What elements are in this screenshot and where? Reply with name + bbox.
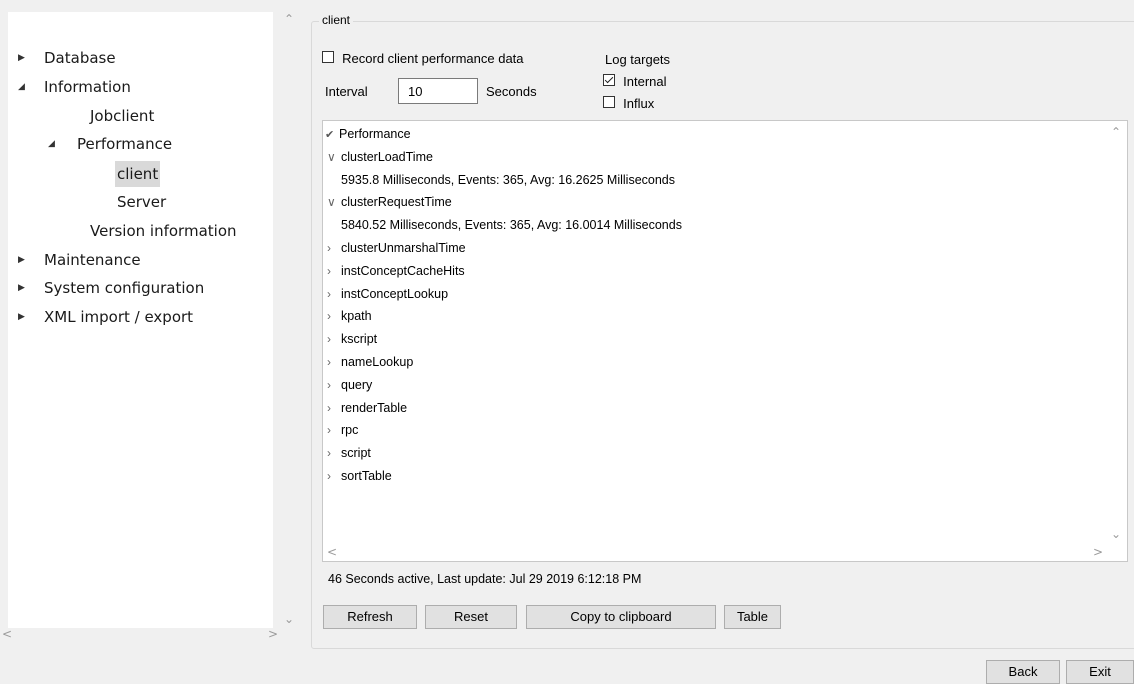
tree-node-7[interactable]: › nameLookup bbox=[327, 351, 413, 373]
tree-node-9[interactable]: › renderTable bbox=[327, 397, 407, 419]
tree-node-label: kpath bbox=[341, 309, 372, 324]
record-checkbox-box[interactable] bbox=[322, 51, 334, 63]
tree-root-node[interactable]: ✔ Performance bbox=[325, 123, 411, 145]
tree-node-label: clusterRequestTime bbox=[341, 195, 452, 210]
tree-node-label: clusterLoadTime bbox=[341, 149, 433, 164]
chevron-right-icon[interactable]: › bbox=[327, 237, 341, 259]
log-targets-label: Log targets bbox=[605, 52, 671, 67]
record-performance-checkbox[interactable]: Record client performance data bbox=[322, 51, 524, 67]
chevron-right-icon[interactable]: › bbox=[327, 305, 341, 327]
tree-scroll-up-icon[interactable]: ⌃ bbox=[1111, 125, 1121, 139]
nav-item-label: XML import / export bbox=[44, 308, 194, 327]
internal-label: Internal bbox=[623, 74, 667, 89]
tree-node-label: sortTable bbox=[341, 469, 392, 483]
influx-checkbox-box[interactable] bbox=[603, 96, 615, 108]
tree-node-label: script bbox=[341, 446, 371, 461]
chevron-right-icon[interactable]: › bbox=[327, 374, 341, 396]
tree-node-label: renderTable bbox=[341, 400, 408, 415]
seconds-label: Seconds bbox=[486, 84, 537, 99]
tree-node-2[interactable]: › clusterUnmarshalTime bbox=[327, 237, 466, 259]
target-internal-checkbox[interactable]: Internal bbox=[603, 74, 667, 90]
chevron-right-icon[interactable]: › bbox=[327, 283, 341, 305]
collapse-triangle-icon[interactable]: ◢ bbox=[48, 132, 62, 156]
scroll-left-icon[interactable]: < bbox=[2, 627, 12, 641]
nav-horizontal-scrollbar[interactable]: < > bbox=[0, 627, 280, 641]
expand-triangle-icon[interactable]: ▶ bbox=[18, 305, 32, 329]
tree-node-label: query bbox=[341, 377, 373, 392]
internal-checkbox-box[interactable] bbox=[603, 74, 615, 86]
nav-item-label: Performance bbox=[77, 135, 173, 154]
interval-input[interactable]: 10 bbox=[398, 78, 478, 104]
chevron-right-icon[interactable]: › bbox=[327, 328, 341, 350]
tree-node-detail: 5840.52 Milliseconds, Events: 365, Avg: … bbox=[341, 218, 682, 233]
tree-node-label: rpc bbox=[341, 423, 359, 438]
tree-node-label: kscript bbox=[341, 332, 378, 347]
chevron-right-icon[interactable]: › bbox=[327, 351, 341, 373]
tree-node-label: instConceptLookup bbox=[341, 286, 449, 301]
nav-item-label: Server bbox=[117, 193, 167, 211]
copy-to-clipboard-button[interactable]: Copy to clipboard bbox=[526, 605, 716, 629]
tree-node-0[interactable]: ∨ clusterLoadTime bbox=[327, 146, 433, 168]
tree-node-10[interactable]: › rpc bbox=[327, 419, 358, 441]
refresh-button[interactable]: Refresh bbox=[323, 605, 417, 629]
chevron-right-icon[interactable]: › bbox=[327, 419, 341, 441]
tree-node-detail: 5935.8 Milliseconds, Events: 365, Avg: 1… bbox=[341, 172, 675, 187]
scroll-right-icon[interactable]: > bbox=[268, 627, 278, 641]
nav-item-label: client bbox=[115, 161, 161, 188]
tree-scroll-down-icon[interactable]: ⌄ bbox=[1111, 527, 1121, 541]
chevron-right-icon[interactable]: › bbox=[327, 260, 341, 282]
performance-tree[interactable]: ✔ Performance ∨ clusterLoadTime 5935.8 Milli… bbox=[322, 120, 1128, 562]
collapse-triangle-icon[interactable]: ◢ bbox=[18, 75, 32, 99]
influx-label: Influx bbox=[623, 96, 655, 111]
expand-triangle-icon[interactable]: ▶ bbox=[18, 46, 32, 70]
chevron-right-icon[interactable]: › bbox=[327, 397, 341, 419]
scroll-down-icon[interactable]: ⌄ bbox=[281, 612, 297, 626]
tree-node-6[interactable]: › kscript bbox=[327, 328, 377, 350]
tree-root-label: Performance bbox=[339, 127, 411, 141]
scroll-up-icon[interactable]: ⌃ bbox=[281, 12, 297, 26]
tree-scroll-left-icon[interactable]: < bbox=[327, 545, 337, 559]
tree-node-11[interactable]: › script bbox=[327, 442, 371, 464]
expand-triangle-icon[interactable]: ▶ bbox=[18, 276, 32, 300]
tree-node-3[interactable]: › instConceptCacheHits bbox=[327, 260, 465, 282]
record-checkbox-label: Record client performance data bbox=[342, 51, 524, 66]
tree-node-1[interactable]: ∨ clusterRequestTime bbox=[327, 191, 452, 213]
expand-triangle-icon[interactable]: ▶ bbox=[18, 248, 32, 272]
reset-button[interactable]: Reset bbox=[425, 605, 517, 629]
nav-item-label: System configuration bbox=[44, 279, 205, 298]
tree-node-label: instConceptCacheHits bbox=[341, 263, 465, 278]
chevron-right-icon[interactable]: › bbox=[327, 442, 341, 464]
chevron-down-icon[interactable]: ∨ bbox=[327, 146, 341, 168]
check-icon: ✔ bbox=[325, 129, 335, 141]
tree-scroll-right-icon[interactable]: > bbox=[1093, 545, 1103, 559]
tree-node-8[interactable]: › query bbox=[327, 374, 372, 396]
tree-node-label: nameLookup bbox=[341, 355, 414, 369]
nav-item-label: Database bbox=[44, 49, 116, 67]
client-group-title: client bbox=[319, 13, 354, 27]
status-text: 46 Seconds active, Last update: Jul 29 2… bbox=[328, 572, 642, 586]
chevron-right-icon[interactable]: › bbox=[327, 465, 341, 487]
chevron-down-icon[interactable]: ∨ bbox=[327, 191, 341, 213]
nav-vertical-scrollbar[interactable]: ⌃ ⌄ bbox=[281, 12, 297, 628]
nav-item-label: Information bbox=[44, 77, 131, 96]
tree-node-label: clusterUnmarshalTime bbox=[341, 241, 466, 255]
nav-item-label: Maintenance bbox=[44, 250, 141, 269]
navigation-tree[interactable]: ▶ Database ◢ Information Jobclient ◢ Performan… bbox=[8, 12, 273, 628]
tree-node-5[interactable]: › kpath bbox=[327, 305, 372, 327]
interval-label: Interval bbox=[325, 84, 368, 99]
tree-node-12[interactable]: › sortTable bbox=[327, 465, 392, 487]
tree-node-4[interactable]: › instConceptLookup bbox=[327, 283, 448, 305]
table-button[interactable]: Table bbox=[724, 605, 781, 629]
exit-button[interactable]: Exit bbox=[1066, 660, 1134, 684]
back-button[interactable]: Back bbox=[986, 660, 1060, 684]
nav-item-label: Version information bbox=[90, 221, 237, 240]
nav-item-label: Jobclient bbox=[90, 106, 155, 125]
target-influx-checkbox[interactable]: Influx bbox=[603, 96, 654, 112]
